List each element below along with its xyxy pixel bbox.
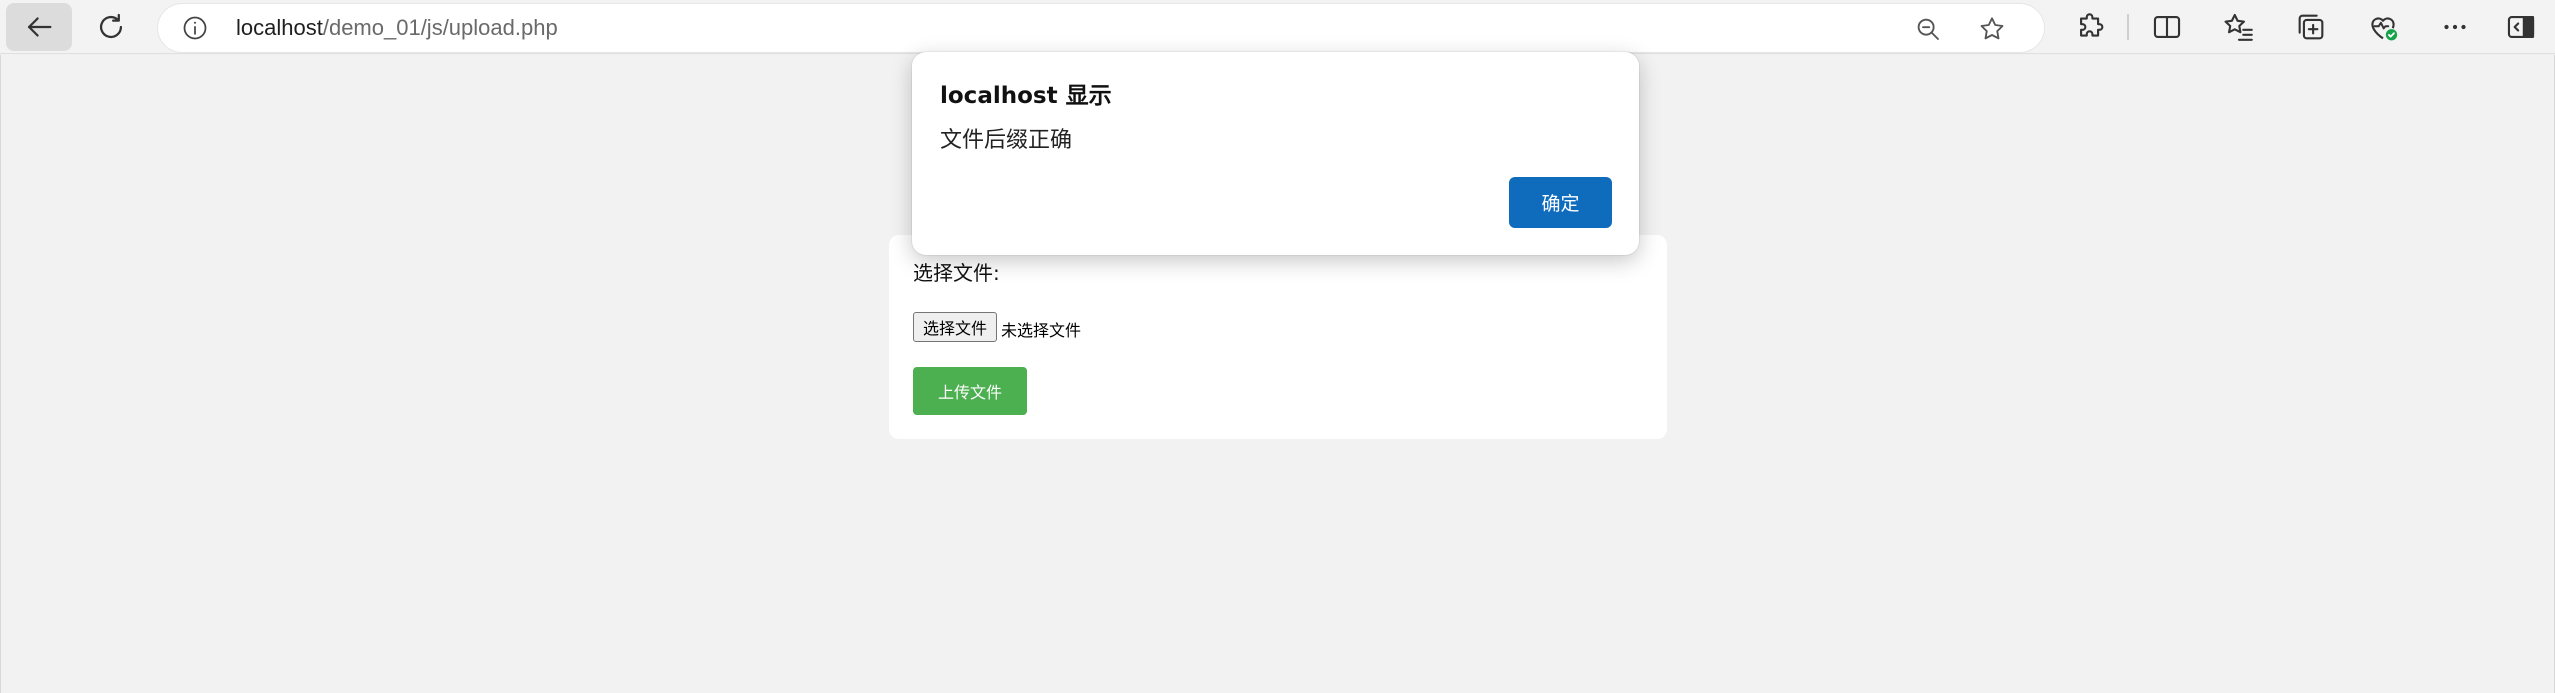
more-icon [2444,24,2466,30]
refresh-button[interactable] [78,3,144,51]
zoom-button[interactable] [1910,11,1946,47]
alert-dialog: localhost 显示 文件后缀正确 确定 [912,52,1639,255]
sidebar-button[interactable] [2488,3,2554,51]
sidebar-icon [2507,16,2535,38]
collections-icon [2298,14,2324,40]
refresh-icon [99,13,123,39]
puzzle-icon [2080,13,2104,37]
browser-toolbar: localhost/demo_01/js/upload.php [0,0,2555,54]
file-status-text: 未选择文件 [1001,321,1082,340]
toolbar-divider [2127,14,2129,40]
dialog-title: localhost 显示 [940,83,1112,109]
address-bar[interactable]: localhost/demo_01/js/upload.php [158,4,2044,52]
favorite-button[interactable] [1974,11,2010,47]
split-screen-button[interactable] [2134,3,2200,51]
dialog-ok-button[interactable]: 确定 [1509,177,1612,228]
favorites-button[interactable] [2206,3,2272,51]
star-icon [1980,17,2004,40]
extensions-button[interactable] [2058,3,2124,51]
back-button[interactable] [6,3,72,51]
favorites-list-icon [2224,13,2253,41]
info-icon [183,16,207,40]
url-host: localhost [236,15,323,40]
collections-button[interactable] [2278,3,2344,51]
url-path: /demo_01/js/upload.php [322,15,558,40]
back-arrow-icon [27,17,52,37]
url-text[interactable]: localhost/demo_01/js/upload.php [236,4,558,52]
browser-essentials-button[interactable] [2350,3,2416,51]
zoom-out-icon [1917,18,1939,40]
dialog-message: 文件后缀正确 [940,128,1073,153]
site-info-button[interactable] [180,13,210,43]
split-screen-icon [2153,16,2181,38]
choose-file-button[interactable]: 选择文件 [913,312,997,342]
upload-form: 选择文件: 选择文件 未选择文件 上传文件 [889,235,1667,439]
choose-file-label: 选择文件: [913,261,1000,285]
upload-button[interactable]: 上传文件 [913,367,1027,415]
browser-essentials-icon [2371,17,2398,41]
more-button[interactable] [2422,3,2488,51]
